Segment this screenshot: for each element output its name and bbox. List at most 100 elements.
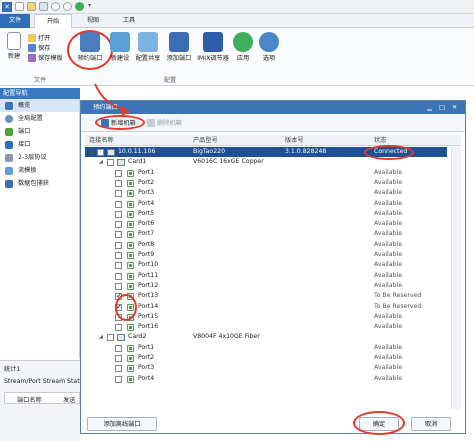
select-checkbox[interactable] (115, 190, 122, 198)
nav-item-overview[interactable]: 概览 (0, 99, 79, 112)
undo-icon[interactable] (51, 2, 60, 11)
select-checkbox[interactable] (115, 221, 122, 229)
port-row[interactable]: Port3 Available (85, 188, 447, 198)
select-checkbox[interactable] (115, 272, 122, 280)
port-row[interactable]: Port13 To Be Reserved (85, 291, 447, 301)
select-checkbox[interactable] (115, 169, 122, 177)
nav-item-label: 全局配置 (18, 115, 43, 122)
overview-icon (5, 102, 13, 110)
save-template-button[interactable]: 保存模板 (28, 54, 72, 64)
port-icon (127, 282, 134, 290)
options-button[interactable]: 选项 (258, 32, 280, 82)
reserved-annotation (115, 294, 137, 321)
select-checkbox[interactable] (97, 149, 104, 156)
select-checkbox[interactable] (115, 210, 122, 218)
nav-item-interfaces[interactable]: 接口 (0, 138, 79, 151)
close-icon[interactable]: ✕ (452, 101, 457, 114)
chevron-down-icon[interactable]: ▾ (88, 2, 91, 9)
port-icon (127, 375, 134, 383)
maximize-icon[interactable]: □ (439, 101, 445, 114)
select-checkbox[interactable] (115, 344, 122, 352)
cell-status: Available (374, 209, 403, 217)
port-row[interactable]: Port11 Available (85, 271, 447, 281)
select-checkbox[interactable] (115, 324, 122, 332)
tab-start[interactable]: 开始 (34, 14, 72, 29)
select-checkbox[interactable] (115, 375, 122, 383)
open-button[interactable]: 打开 (28, 34, 72, 44)
scrollbar[interactable] (451, 147, 461, 409)
cell-model: V6016C 16xGE Copper (193, 158, 264, 166)
port-row[interactable]: Port2 Available (85, 178, 447, 188)
port-row[interactable]: Port8 Available (85, 240, 447, 250)
nav-item-ports[interactable]: 端口 (0, 125, 79, 138)
port-row[interactable]: Port14 To Be Reserved (85, 302, 447, 312)
port-row[interactable]: Port16 Available (85, 322, 447, 332)
check-icon[interactable] (75, 2, 84, 11)
imix-button[interactable]: IMIX调节器 (196, 32, 230, 82)
redo-icon[interactable] (63, 2, 72, 11)
cell-name: Port2 (138, 354, 155, 361)
port-row[interactable]: Port9 Available (85, 250, 447, 260)
new-file-icon[interactable] (15, 2, 24, 11)
select-checkbox[interactable] (115, 365, 122, 373)
add-device-annotation (95, 115, 145, 130)
card-row[interactable]: ◢ Card2 V8004F 4x10GE Fiber (85, 332, 447, 342)
cell-status: Available (374, 168, 403, 176)
port-row[interactable]: Port1 Available (85, 343, 447, 353)
select-checkbox[interactable] (115, 200, 122, 208)
cell-model: V8004F 4x10GE Fiber (193, 333, 260, 341)
port-row[interactable]: Port6 Available (85, 219, 447, 229)
tab-file[interactable]: 文件 (0, 14, 30, 28)
app-logo: ✕ (2, 2, 12, 12)
expand-toggle-icon[interactable]: ◢ (99, 157, 103, 167)
port-row[interactable]: Port3 Available (85, 363, 447, 373)
nav-item-global-config[interactable]: 全局配置 (0, 112, 79, 125)
port-row[interactable]: Port5 Available (85, 209, 447, 219)
port-row[interactable]: Port4 Available (85, 374, 447, 384)
cell-name: Port4 (138, 374, 155, 382)
delete-device-label: 删除机箱 (157, 120, 182, 127)
open-folder-icon[interactable] (27, 2, 36, 11)
port-row[interactable]: Port10 Available (85, 260, 447, 270)
select-checkbox[interactable] (115, 355, 122, 362)
tab-tools[interactable]: 工具 (112, 14, 146, 28)
nav-item-capture[interactable]: 数据包捕获 (0, 177, 79, 190)
tab-view[interactable]: 视图 (76, 14, 110, 28)
port-row[interactable]: Port4 Available (85, 199, 447, 209)
save-icon[interactable] (39, 2, 48, 11)
table-header: 连接名称 产品型号 版本号 状态 (85, 135, 461, 146)
port-row[interactable]: Port7 Available (85, 229, 447, 239)
port-row[interactable]: Port15 Available (85, 312, 447, 322)
save-template-label: 保存模板 (38, 55, 63, 62)
nav-item-stream-template[interactable]: 流模板 (0, 164, 79, 177)
cell-model: BigTao220 (193, 148, 226, 155)
save-button[interactable]: 保存 (28, 44, 72, 54)
port-row[interactable]: Port12 Available (85, 281, 447, 291)
stats-row: Stream/Port Stream Stat (4, 378, 80, 385)
port-row[interactable]: Port2 Available (85, 353, 447, 363)
new-device-button[interactable]: 新建设 (108, 32, 132, 82)
cell-status: Available (374, 343, 403, 351)
select-checkbox[interactable] (115, 179, 122, 187)
card-icon (117, 159, 125, 167)
select-checkbox[interactable] (115, 252, 122, 259)
port-row[interactable]: Port1 Available (85, 168, 447, 178)
select-checkbox[interactable] (107, 159, 114, 167)
nav-item-protocols[interactable]: 2-3层协议 (0, 151, 79, 164)
select-checkbox[interactable] (115, 241, 122, 249)
select-checkbox[interactable] (115, 231, 122, 239)
add-offline-port-button[interactable]: 添加离线端口 (87, 417, 157, 431)
expand-toggle-icon[interactable]: ◢ (89, 147, 93, 157)
minimize-icon[interactable]: ▁ (427, 101, 432, 114)
config-nav: 概览 全局配置 端口 接口 2-3层协议 流模板 数据包捕获 (0, 99, 80, 359)
select-checkbox[interactable] (115, 262, 122, 270)
cell-name: Port8 (138, 240, 155, 248)
expand-toggle-icon[interactable]: ◢ (99, 332, 103, 342)
cancel-button[interactable]: 取消 (411, 417, 451, 431)
delete-device-button[interactable]: 删除机箱 (147, 118, 182, 127)
cell-name: 10.0.11.106 (118, 148, 156, 155)
select-checkbox[interactable] (107, 334, 114, 342)
ribbon: 新建 打开 保存 保存模板 文件 预约端口 新建设 配置共享 添加端口 IMIX… (0, 28, 474, 86)
apply-button[interactable]: 应用 (232, 32, 254, 82)
select-checkbox[interactable] (115, 282, 122, 290)
